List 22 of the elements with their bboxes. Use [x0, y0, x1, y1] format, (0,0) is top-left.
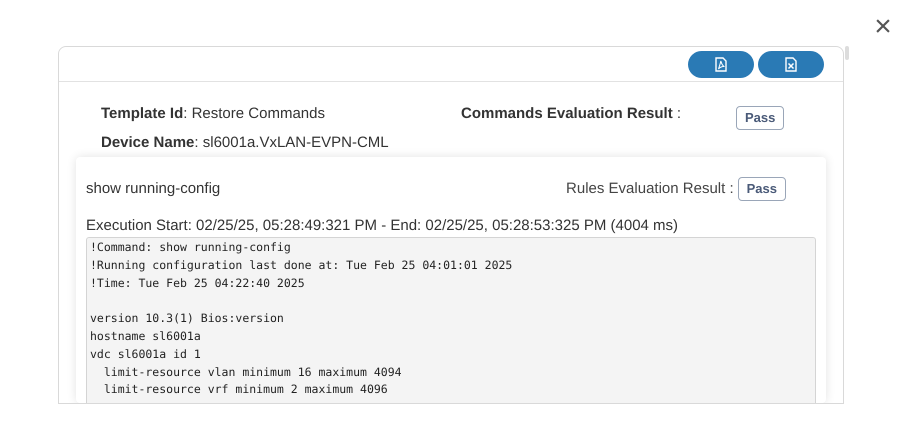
- pass-badge: Pass: [736, 106, 784, 130]
- output-line: version 10.3(1) Bios:version: [90, 310, 285, 328]
- scrollbar-thumb[interactable]: [845, 46, 849, 60]
- output-line: !Running configuration last done at: Tue Feb 25 04:01:01 2025: [90, 256, 514, 274]
- commands-evaluation-label: Commands Evaluation Result :: [461, 104, 682, 124]
- device-name-text: Device Name: sl6001a.VxLAN-EVPN-CML: [101, 133, 389, 153]
- output-line: limit-resource vrf minimum 2 maximum 4096: [102, 381, 389, 398]
- close-button[interactable]: ×: [872, 12, 894, 42]
- output-line: !Time: Tue Feb 25 04:22:40 2025: [90, 274, 306, 292]
- rules-evaluation-label: Rules Evaluation Result :: [566, 178, 734, 199]
- output-line: vdc sl6001a id 1: [90, 346, 202, 363]
- excel-export-button[interactable]: [758, 50, 824, 78]
- pdf-export-button[interactable]: [688, 50, 754, 78]
- pdf-file-icon: [715, 56, 727, 72]
- excel-file-icon: [785, 56, 797, 72]
- execution-time-text: Execution Start: 02/25/25, 05:28:49:321 PM - End: 02/25/25, 05:28:53:325 PM (4004 ms): [86, 217, 680, 235]
- command-title: show running-config: [86, 178, 220, 199]
- output-line: hostname sl6001a: [90, 328, 202, 345]
- template-id-text: Template Id: Restore Commands: [101, 104, 325, 124]
- output-line: limit-resource vlan minimum 16 maximum 4094: [102, 364, 403, 381]
- output-line: !Command: show running-config: [90, 239, 292, 256]
- pass-badge: Pass: [738, 177, 786, 201]
